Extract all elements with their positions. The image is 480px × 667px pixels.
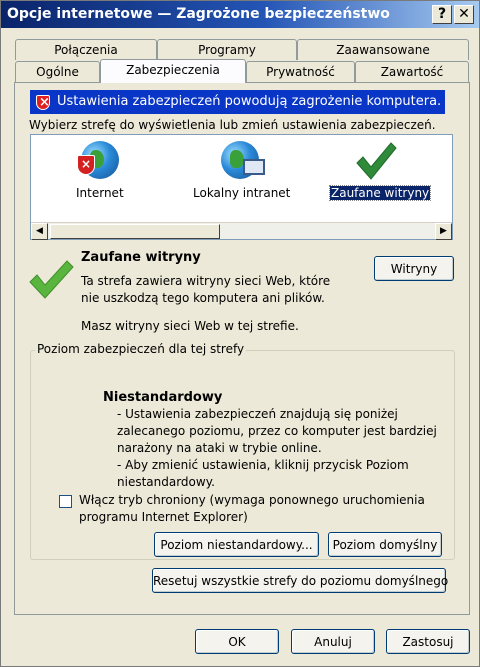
help-button[interactable]: ? [432, 5, 452, 24]
tab-content[interactable]: Zawartość [355, 61, 469, 82]
shield-warning-icon [36, 91, 50, 115]
zone-info-note: Masz witryny sieci Web w tej strefie. [81, 319, 299, 333]
ok-button[interactable]: OK [195, 629, 279, 654]
protected-mode-label[interactable]: Włącz tryb chroniony (wymaga ponownego u… [79, 493, 425, 507]
protected-mode-checkbox[interactable] [59, 495, 72, 508]
zones-horizontal-scrollbar[interactable]: ◀ ▶ [31, 222, 452, 240]
tab-advanced[interactable]: Zaawansowane [297, 39, 469, 60]
security-level-group: Poziom zabezpieczeń dla tej strefy Niest… [30, 342, 455, 560]
zones-label: Wybierz strefę do wyświetlenia lub zmień… [29, 118, 436, 132]
tab-privacy[interactable]: Prywatność [246, 61, 355, 82]
internet-options-dialog: Opcje internetowe — Zagrożone bezpieczeń… [0, 0, 480, 667]
security-level-text-line: - Ustawienia zabezpieczeń znajdują się p… [117, 407, 398, 421]
zone-trusted-sites-label: Zaufane witryny [328, 185, 432, 201]
tab-programs[interactable]: Programy [157, 39, 297, 60]
security-level-text-line: narażony na ataki w trybie online. [117, 441, 322, 455]
computer-icon [243, 159, 265, 175]
security-level-text-line: zalecanego poziomu, przez co komputer je… [117, 424, 437, 438]
sites-button[interactable]: Witryny [374, 256, 454, 281]
security-warning-banner: Ustawienia zabezpieczeń powodują zagroże… [30, 90, 445, 115]
security-level-text-line: - Aby zmienić ustawienia, kliknij przyci… [117, 458, 409, 472]
zone-info-title: Zaufane witryny [81, 250, 201, 265]
reset-all-zones-button[interactable]: Resetuj wszystkie strefy do poziomu domy… [152, 568, 448, 593]
custom-level-button[interactable]: Poziom niestandardowy... [154, 532, 319, 557]
security-level-group-label: Poziom zabezpieczeń dla tej strefy [35, 342, 247, 356]
zone-block-shield-icon: × [77, 155, 95, 175]
tab-connections[interactable]: Połączenia [15, 39, 157, 60]
zone-info-description: Ta strefa zawiera witryny sieci Web, któ… [81, 274, 331, 305]
cancel-button[interactable]: Anuluj [291, 629, 375, 654]
apply-button[interactable]: Zastosuj [386, 629, 470, 654]
close-button[interactable]: ✕ [454, 5, 474, 24]
zones-list: × Internet Lokalny intranet Zaufane witr… [30, 134, 453, 240]
security-level-text-line: niestandardowy. [117, 475, 215, 489]
tab-general[interactable]: Ogólne [15, 61, 100, 82]
zone-internet-label: Internet [76, 186, 124, 200]
default-level-button[interactable]: Poziom domyślny [328, 532, 442, 557]
trusted-checkmark-icon [29, 260, 74, 299]
checkmark-icon [356, 142, 397, 180]
security-level-title: Niestandardowy [103, 390, 223, 405]
security-panel: Ustawienia zabezpieczeń powodują zagroże… [14, 82, 470, 615]
tab-security[interactable]: Zabezpieczenia [100, 59, 246, 83]
title-bar: Opcje internetowe — Zagrożone bezpieczeń… [1, 1, 479, 28]
scroll-right-arrow-icon[interactable]: ▶ [435, 223, 452, 240]
security-warning-text: Ustawienia zabezpieczeń powodują zagroże… [57, 94, 442, 109]
scroll-left-arrow-icon[interactable]: ◀ [31, 223, 48, 240]
protected-mode-label-continued[interactable]: programu Internet Explorer) [79, 510, 248, 524]
zone-local-intranet-label: Lokalny intranet [193, 186, 291, 200]
scroll-thumb[interactable] [50, 224, 220, 239]
window-title: Opcje internetowe — Zagrożone bezpieczeń… [7, 6, 390, 22]
